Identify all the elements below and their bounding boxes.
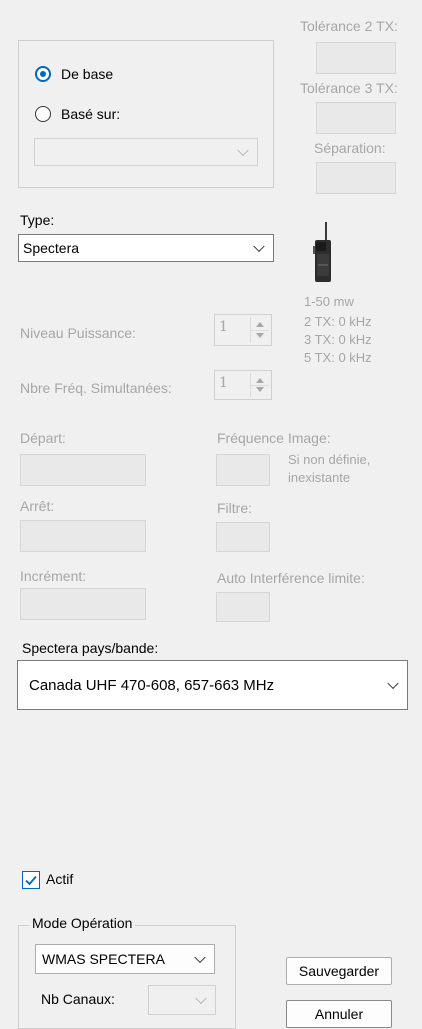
power-level-label: Niveau Puissance: [20,325,136,341]
auto-interference-field[interactable] [216,592,270,622]
stop-field[interactable] [20,520,146,552]
band-label: Spectera pays/bande: [22,640,159,656]
type-label: Type: [20,212,55,228]
image-frequency-field[interactable] [216,454,270,486]
device-power: 1-50 mw [304,294,354,309]
image-frequency-label: Fréquence Image: [217,430,331,446]
chevron-down-icon [237,144,249,157]
tolerance-2tx-label: Tolérance 2 TX: [300,18,398,34]
tolerance-3tx-label: Tolérance 3 TX: [300,80,398,96]
chevron-down-icon [253,240,265,253]
radio-de-base[interactable] [35,66,51,82]
bodypack-transmitter-icon [311,222,335,286]
power-level-spinner[interactable]: 1 [214,314,272,346]
channels-label: Nb Canaux: [41,991,115,1007]
tolerance-3tx-field[interactable] [316,102,396,134]
channels-select[interactable] [148,985,216,1015]
spinner-arrows-icon[interactable] [250,373,269,397]
device-2tx: 2 TX: 0 kHz [304,314,372,329]
mode-operation-label: Mode Opération [29,915,136,931]
radio-base-sur[interactable] [35,106,51,122]
increment-field[interactable] [20,588,146,620]
type-select-value: Spectera [23,240,80,256]
simultaneous-value: 1 [219,375,228,391]
band-select-value: Canada UHF 470-608, 657-663 MHz [29,677,275,694]
tolerance-2tx-field[interactable] [316,42,396,74]
filter-label: Filtre: [217,500,252,516]
type-select[interactable]: Spectera [18,234,274,262]
spinner-arrows-icon[interactable] [250,317,269,343]
based-on-select[interactable] [34,138,258,166]
device-5tx: 5 TX: 0 kHz [304,350,372,365]
radio-base-sur-label[interactable]: Basé sur: [61,106,120,122]
mode-select[interactable]: WMAS SPECTERA [35,944,215,974]
separation-field[interactable] [316,162,396,194]
device-3tx: 3 TX: 0 kHz [304,332,372,347]
start-field[interactable] [20,454,146,486]
image-frequency-note-1: Si non définie, [288,452,371,467]
chevron-down-icon [387,677,399,690]
chevron-down-icon [195,992,207,1005]
simultaneous-spinner[interactable]: 1 [214,370,272,400]
start-label: Départ: [20,430,66,446]
cancel-button[interactable]: Annuler [286,1000,392,1028]
radio-de-base-label[interactable]: De base [61,66,113,82]
auto-interference-label: Auto Interférence limite: [217,570,365,586]
power-level-value: 1 [219,319,228,335]
active-label[interactable]: Actif [46,871,73,887]
active-checkbox[interactable] [22,871,40,889]
chevron-down-icon [194,951,206,964]
simultaneous-label: Nbre Fréq. Simultanées: [20,380,172,396]
save-button[interactable]: Sauvegarder [286,957,392,985]
checkmark-icon [25,875,37,886]
increment-label: Incrément: [20,568,87,584]
stop-label: Arrêt: [20,498,55,514]
separation-label: Séparation: [314,140,386,156]
mode-select-value: WMAS SPECTERA [42,951,165,967]
image-frequency-note-2: inexistante [288,470,351,485]
band-select[interactable]: Canada UHF 470-608, 657-663 MHz [17,660,408,710]
filter-field[interactable] [216,522,270,552]
